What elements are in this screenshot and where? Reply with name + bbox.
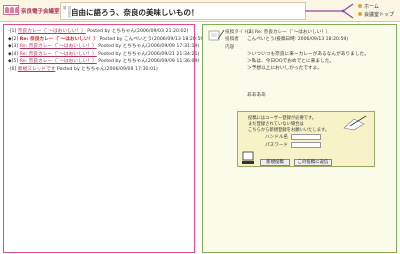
post-body-line: ＞私は、今日OOでおめでとに来ました。 — [247, 59, 335, 64]
page-title-box: 自由広場 自由に語ろう、奈良の美味しいもの！ — [60, 2, 306, 20]
post-body: ＞いついつも奈良に来ーカレーがあるなんがありました。 ＞私は、今日OOでおめでと… — [247, 51, 392, 72]
new-post-button[interactable]: 新規投稿 — [260, 159, 290, 166]
tree-row-meta: Posted by とちちゃん(2006/09/09 17:31:19) — [96, 44, 200, 49]
post-title-row: 投稿タイトル [2] Re: 奈良カレー（ﾞ～はおいしい！） — [225, 28, 395, 36]
tree-row: ◆[5] Re: 奈良カレー（ﾞ～はおいしい！） Posted by とちちゃん… — [8, 58, 199, 66]
tree-row-meta: Posted by こんぺいとう(2006/09/13 18:20:59) — [98, 36, 206, 42]
post-poster-value: こんぺいとう(投稿日時: 2006/09/13 18:20:59) — [247, 37, 349, 43]
handle-row: ハンドル名 — [260, 134, 321, 140]
nav-home-label: ホーム — [364, 3, 379, 10]
password-row: パスワード — [260, 142, 321, 148]
login-form: 投稿にはユーザー登録が必要です。 まだ登録されていない場合は こちらから新規登録… — [237, 111, 375, 167]
tree-row: ◆[3] Re: 奈良カレー（ﾞ～はおいしい！） Posted by とちちゃん… — [8, 43, 199, 51]
tree-row-meta: Posted by とちちゃん(2006/09/21 21:34:21) — [96, 51, 200, 57]
tree-row-prefix: ◆[4] — [8, 51, 20, 57]
post-poster-row: 投稿者 こんぺいとう(投稿日時: 2006/09/13 18:20:59) — [225, 36, 395, 44]
post-body-line: ＞予想以上においしかったですよ。 — [247, 66, 323, 71]
tree-row-meta: Posted by とちちゃん(2006/09/09 11:36:09) — [96, 59, 200, 64]
computer-icon — [242, 151, 254, 165]
tree-row-prefix: ◆[2] — [8, 36, 20, 42]
post-poster-label: 投稿者 — [225, 37, 239, 43]
post-signature: ああああ — [247, 93, 266, 98]
thread-tree-pane: -[1] 奈良カレー（ﾞ～はおいしい！） Posted by とちちゃん(200… — [3, 24, 205, 253]
room-top-icon — [358, 12, 362, 16]
tree-row-meta: Posted by とちちゃん(2006/09/09 17:30:01) — [55, 66, 158, 72]
tree-row-link[interactable]: Re: 奈良カレー（ﾞ～はおいしい！） — [20, 59, 97, 64]
header-decoration-icon — [305, 2, 355, 20]
post-content-label: 内容 — [225, 44, 235, 50]
post-meta: 投稿タイトル [2] Re: 奈良カレー（ﾞ～はおいしい！） 投稿者 こんぺいと… — [225, 28, 395, 51]
tree-row-link[interactable]: Re: 奈良カレー（ﾞ～はおいしい！） — [20, 44, 97, 49]
tree-row: ◆[2] Re: 奈良カレー（ﾞ～はおいしい！） Posted by こんぺいと… — [8, 36, 205, 44]
reply-button[interactable]: この投稿に返信 — [294, 159, 332, 166]
tree-row-link[interactable]: 新規スレッドです — [18, 67, 56, 72]
post-title-label: 投稿タイトル — [225, 29, 253, 35]
logo-text: 奈良電子会議室 — [21, 9, 60, 15]
nav-room-top-label: 会議室トップ — [364, 11, 395, 18]
handle-input[interactable] — [291, 134, 321, 140]
login-note: 投稿にはユーザー登録が必要です。 まだ登録されていない場合は こちらから新規登録… — [248, 116, 332, 134]
tree-row-link-current[interactable]: Re: 奈良カレー（ﾞ～はおいしい！） — [20, 37, 98, 42]
thread-tree: -[1] 奈良カレー（ﾞ～はおいしい！） Posted by とちちゃん(200… — [8, 28, 205, 74]
header-bar: 奈良電子会議室 自由広場 自由に語ろう、奈良の美味しいもの！ ホーム 会議室トッ… — [0, 0, 400, 22]
tree-row-prefix: -[1] — [8, 29, 18, 34]
logo-mark-icon — [3, 5, 19, 15]
header-nav: ホーム 会議室トップ — [358, 2, 400, 18]
post-body-line: ＞いついつも奈良に来ーカレーがあるなんがありました。 — [247, 52, 369, 57]
home-icon — [358, 4, 362, 8]
tree-row-prefix: ◆[5] — [8, 59, 20, 64]
site-logo[interactable]: 奈良電子会議室 — [2, 3, 60, 19]
tree-row-link[interactable]: Re: 奈良カレー（ﾞ～はおいしい！） — [20, 52, 97, 57]
pen-paper-icon — [340, 115, 368, 131]
tree-row-prefix: ◆[3] — [8, 44, 20, 49]
password-label: パスワード — [265, 143, 288, 148]
post-detail-pane: 投稿タイトル [2] Re: 奈良カレー（ﾞ～はおいしい！） 投稿者 こんぺいと… — [202, 24, 397, 253]
password-input[interactable] — [291, 142, 321, 148]
tree-row-prefix: -[6] — [8, 66, 18, 72]
tree-row-link[interactable]: 奈良カレー（ﾞ～はおいしい！） — [18, 29, 86, 34]
tree-row: -[6] 新規スレッドです Posted by とちちゃん(2006/09/09… — [8, 66, 194, 74]
post-title-value: [2] Re: 奈良カレー（ﾞ～はおいしい！） — [247, 29, 331, 35]
tree-row: ◆[4] Re: 奈良カレー（ﾞ～はおいしい！） Posted by とちちゃん… — [8, 51, 199, 59]
document-icon — [207, 29, 225, 42]
page-title: 自由に語ろう、奈良の美味しいもの！ — [71, 8, 199, 17]
nav-room-top[interactable]: 会議室トップ — [358, 10, 400, 18]
tree-row-meta: Posted by とちちゃん(2006/09/03 21:20:02) — [85, 29, 189, 34]
tree-row: -[1] 奈良カレー（ﾞ～はおいしい！） Posted by とちちゃん(200… — [8, 28, 194, 36]
post-content-row: 内容 — [225, 43, 395, 51]
nav-home[interactable]: ホーム — [358, 2, 400, 10]
handle-label: ハンドル名 — [265, 135, 288, 140]
